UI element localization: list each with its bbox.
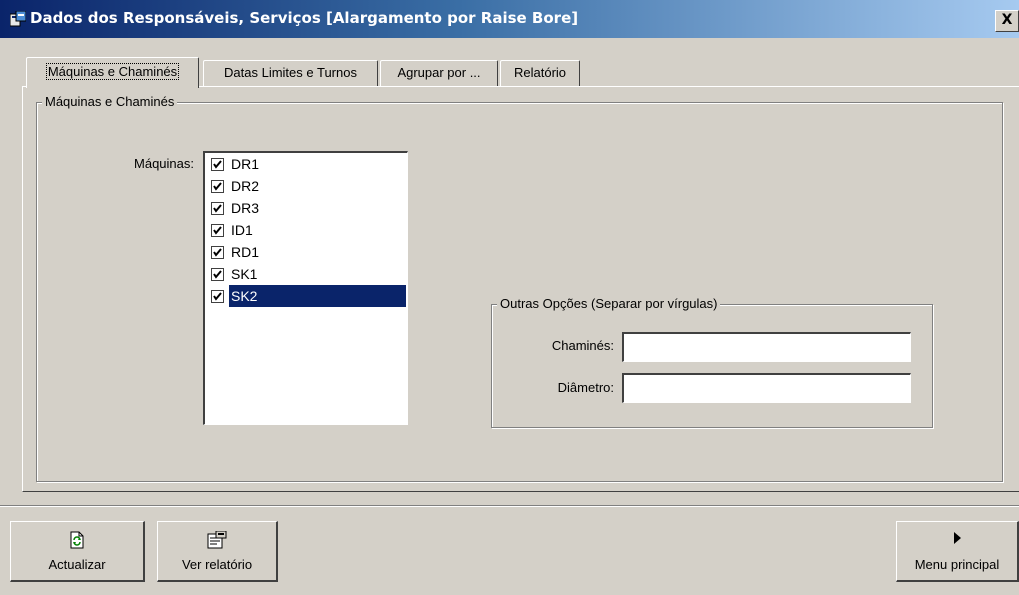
window-title: Dados dos Responsáveis, Serviços [Alarga… (30, 9, 579, 27)
app-icon (10, 11, 26, 27)
checkbox[interactable] (211, 224, 224, 237)
check-icon (213, 226, 222, 235)
list-item[interactable]: RD1 (208, 241, 406, 263)
check-icon (213, 292, 222, 301)
machine-label: RD1 (231, 244, 260, 260)
tab-label: Agrupar por ... (397, 65, 481, 80)
view-report-button[interactable]: Ver relatório (157, 521, 278, 582)
chimneys-input[interactable] (622, 332, 911, 362)
play-icon (954, 532, 961, 544)
main-menu-button[interactable]: Menu principal (896, 521, 1019, 582)
check-icon (213, 160, 222, 169)
list-item-selected[interactable]: SK2 (208, 285, 406, 307)
divider (0, 505, 1019, 507)
check-icon (213, 204, 222, 213)
diameter-input[interactable] (622, 373, 911, 403)
report-icon (207, 531, 227, 549)
checkbox[interactable] (211, 268, 224, 281)
machines-listbox[interactable]: DR1 DR2 DR3 ID1 RD1 SK1 SK2 (203, 151, 408, 425)
close-button[interactable]: X (995, 10, 1019, 32)
group-legend: Máquinas e Chaminés (42, 94, 178, 110)
checkbox[interactable] (211, 180, 224, 193)
tab-deadlines-shifts[interactable]: Datas Limites e Turnos (203, 60, 378, 87)
other-options-group: Outras Opções (Separar por vírgulas) (491, 296, 933, 428)
view-report-label: Ver relatório (181, 557, 253, 572)
list-item[interactable]: DR3 (208, 197, 406, 219)
machine-label: DR2 (231, 178, 260, 194)
group-legend: Outras Opções (Separar por vírgulas) (497, 296, 721, 312)
machine-label: SK2 (229, 285, 406, 307)
machine-label: DR3 (231, 200, 260, 216)
tab-label: Máquinas e Chaminés (45, 63, 180, 80)
list-item[interactable]: DR2 (208, 175, 406, 197)
refresh-button[interactable]: Actualizar (10, 521, 145, 582)
title-bar: Dados dos Responsáveis, Serviços [Alarga… (0, 0, 1019, 38)
machine-label: DR1 (231, 156, 260, 172)
tab-group-by[interactable]: Agrupar por ... (380, 60, 498, 87)
tab-report[interactable]: Relatório (500, 60, 580, 87)
list-item[interactable]: ID1 (208, 219, 406, 241)
main-menu-label: Menu principal (914, 557, 1000, 572)
checkbox[interactable] (211, 290, 224, 303)
machine-label: SK1 (231, 266, 258, 282)
checkbox[interactable] (211, 202, 224, 215)
machines-label: Máquinas: (134, 156, 194, 171)
check-icon (213, 182, 222, 191)
chimneys-label: Chaminés: (551, 338, 614, 353)
tab-label: Relatório (513, 65, 567, 80)
tab-machines-chimneys[interactable]: Máquinas e Chaminés (26, 57, 199, 88)
tab-label: Datas Limites e Turnos (224, 65, 357, 80)
checkbox[interactable] (211, 158, 224, 171)
check-icon (213, 248, 222, 257)
checkbox[interactable] (211, 246, 224, 259)
refresh-icon (70, 531, 84, 549)
list-item[interactable]: SK1 (208, 263, 406, 285)
list-item[interactable]: DR1 (208, 153, 406, 175)
diameter-label: Diâmetro: (557, 380, 614, 395)
machine-label: ID1 (231, 222, 253, 238)
refresh-label: Actualizar (48, 557, 106, 572)
check-icon (213, 270, 222, 279)
